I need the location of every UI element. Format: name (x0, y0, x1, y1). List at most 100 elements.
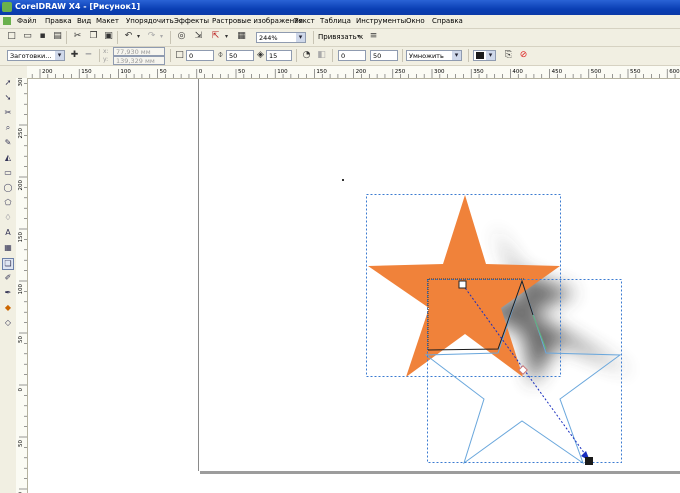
shadow-tool-icon[interactable]: ❏ (2, 258, 14, 270)
menu-tools[interactable]: Инструменты (356, 17, 406, 25)
print-icon[interactable]: ▤ (52, 31, 63, 42)
vertical-ruler[interactable]: 30025020015010050050100 (16, 78, 28, 493)
rectangle-tool-icon[interactable]: ▭ (3, 168, 13, 178)
pick-tool-icon[interactable]: ➚ (3, 78, 13, 88)
paste-icon[interactable]: ▣ (103, 31, 114, 42)
ruler-label: 600 (669, 69, 680, 75)
menu-edit[interactable]: Правка (45, 17, 72, 25)
add-preset-icon[interactable]: ✚ (69, 50, 80, 61)
presets-value: Заготовки... (10, 52, 52, 60)
eyedropper-tool-icon[interactable]: ✐ (3, 273, 13, 283)
ellipse-tool-icon[interactable]: ◯ (3, 183, 13, 193)
freehand-tool-icon[interactable]: ✎ (3, 138, 13, 148)
menu-view[interactable]: Вид (77, 17, 91, 25)
copy-shadow-properties-icon[interactable]: ⎘ (503, 50, 514, 61)
export-dropdown-icon[interactable]: ▾ (221, 31, 232, 42)
undo-dropdown-icon[interactable]: ▾ (133, 31, 144, 42)
ruler-label: 200 (18, 180, 24, 191)
smart-fill-icon[interactable]: ◭ (3, 153, 13, 163)
separator (468, 49, 469, 62)
import-icon[interactable]: ⇲ (193, 31, 204, 42)
search-content-icon[interactable]: ◎ (176, 31, 187, 42)
y-position-field[interactable]: 139,329 мм (113, 56, 165, 65)
fade-value: 0 (341, 52, 346, 60)
copy-icon[interactable]: ❐ (88, 31, 99, 42)
ruler-label: 250 (18, 128, 24, 139)
zoom-select[interactable]: 244% (256, 32, 306, 43)
presets-select[interactable]: Заготовки... (7, 50, 65, 61)
fill-tool-icon[interactable]: ◆ (3, 303, 13, 313)
remove-preset-icon[interactable]: ━ (83, 50, 94, 61)
separator (170, 49, 171, 62)
window-title: CorelDRAW X4 - [Рисунок1] (15, 2, 141, 11)
stretch-field[interactable]: 50 (370, 50, 398, 61)
options-icon[interactable]: ≡ (368, 31, 379, 42)
ruler-label: 250 (395, 69, 406, 75)
menu-text[interactable]: Текст (294, 17, 315, 25)
basic-shapes-icon[interactable]: ♢ (3, 213, 13, 223)
shadow-end-handle[interactable] (585, 457, 593, 465)
menu-bitmaps[interactable]: Растровые изображения (212, 17, 303, 25)
vertical-ruler-ticks: 30025020015010050050100 (18, 78, 27, 493)
ruler-label: 550 (630, 69, 641, 75)
horizontal-ruler[interactable]: 200 150 100 50 0 50 100 150 200 250 300 350 400 450 50… (27, 66, 680, 79)
launcher-icon[interactable]: ▦ (236, 31, 247, 42)
export-icon[interactable]: ⇱ (210, 31, 221, 42)
ruler-label: 50 (238, 69, 245, 75)
menu-help[interactable]: Справка (432, 17, 463, 25)
toolbox: ➚ ➘ ✂ ⌕ ✎ ◭ ▭ ◯ ⬠ ♢ A ▦ ❏ ✐ ✒ ◆ ◇ (0, 66, 17, 493)
table-tool-icon[interactable]: ▦ (3, 243, 13, 253)
feather-direction-icon[interactable]: ◔ (301, 50, 312, 61)
interactive-fill-icon[interactable]: ◇ (3, 318, 13, 328)
x-label: x: (103, 48, 109, 55)
snap-dropdown-icon[interactable]: ▾ (353, 31, 364, 42)
menu-file[interactable]: Файл (17, 17, 36, 25)
direction-field[interactable]: 15 (266, 50, 292, 61)
ruler-label: 300 (18, 78, 24, 87)
artwork (342, 179, 632, 465)
opacity-icon: □ (175, 50, 184, 60)
direction-icon: ◈ (257, 50, 264, 60)
transparency-mode-select[interactable]: Умножить (406, 50, 462, 61)
separator (332, 49, 333, 62)
cut-icon[interactable]: ✂ (72, 31, 83, 42)
menu-table[interactable]: Таблица (320, 17, 351, 25)
new-icon[interactable]: □ (6, 31, 17, 42)
shadow-color-swatch (476, 52, 484, 59)
polygon-tool-icon[interactable]: ⬠ (3, 198, 13, 208)
separator (296, 49, 297, 62)
ruler-label: 300 (434, 69, 445, 75)
fade-field[interactable]: 0 (338, 50, 366, 61)
feather-edges-icon[interactable]: ◧ (316, 50, 327, 61)
app-icon (2, 2, 12, 12)
opacity-field[interactable]: 0 (186, 50, 214, 61)
separator (402, 49, 403, 62)
clear-shadow-icon[interactable]: ⊘ (518, 50, 529, 61)
ruler-label: 400 (512, 69, 523, 75)
x-position-field[interactable]: 77,930 мм (113, 47, 165, 56)
text-tool-icon[interactable]: A (3, 228, 13, 238)
zoom-tool-icon[interactable]: ⌕ (3, 123, 13, 133)
shape-tool-icon[interactable]: ➘ (3, 93, 13, 103)
feather-field[interactable]: 50 (226, 50, 254, 61)
redo-dropdown-icon[interactable]: ▾ (156, 31, 167, 42)
crop-tool-icon[interactable]: ✂ (3, 108, 13, 118)
ruler-label: 0 (199, 69, 203, 75)
y-position-value: 139,329 мм (116, 57, 155, 65)
shadow-start-handle[interactable] (458, 280, 467, 289)
menu-window[interactable]: Окно (406, 17, 425, 25)
menu-arrange[interactable]: Упорядочить (126, 17, 174, 25)
document-icon[interactable] (3, 17, 11, 25)
ruler-label: 350 (473, 69, 484, 75)
drawing-canvas[interactable] (28, 79, 680, 493)
feather-icon: ⌽ (217, 50, 224, 60)
open-icon[interactable]: ▭ (22, 31, 33, 42)
stretch-value: 50 (373, 52, 382, 60)
menu-effects[interactable]: Эффекты (174, 17, 209, 25)
menu-layout[interactable]: Макет (96, 17, 119, 25)
shadow-color-select[interactable] (473, 50, 496, 61)
ruler-label: 100 (120, 69, 131, 75)
outline-tool-icon[interactable]: ✒ (3, 288, 13, 298)
save-icon[interactable]: ▪ (37, 31, 48, 42)
property-bar: Заготовки... ✚ ━ x: 77,930 мм y: 139,329… (0, 47, 680, 66)
